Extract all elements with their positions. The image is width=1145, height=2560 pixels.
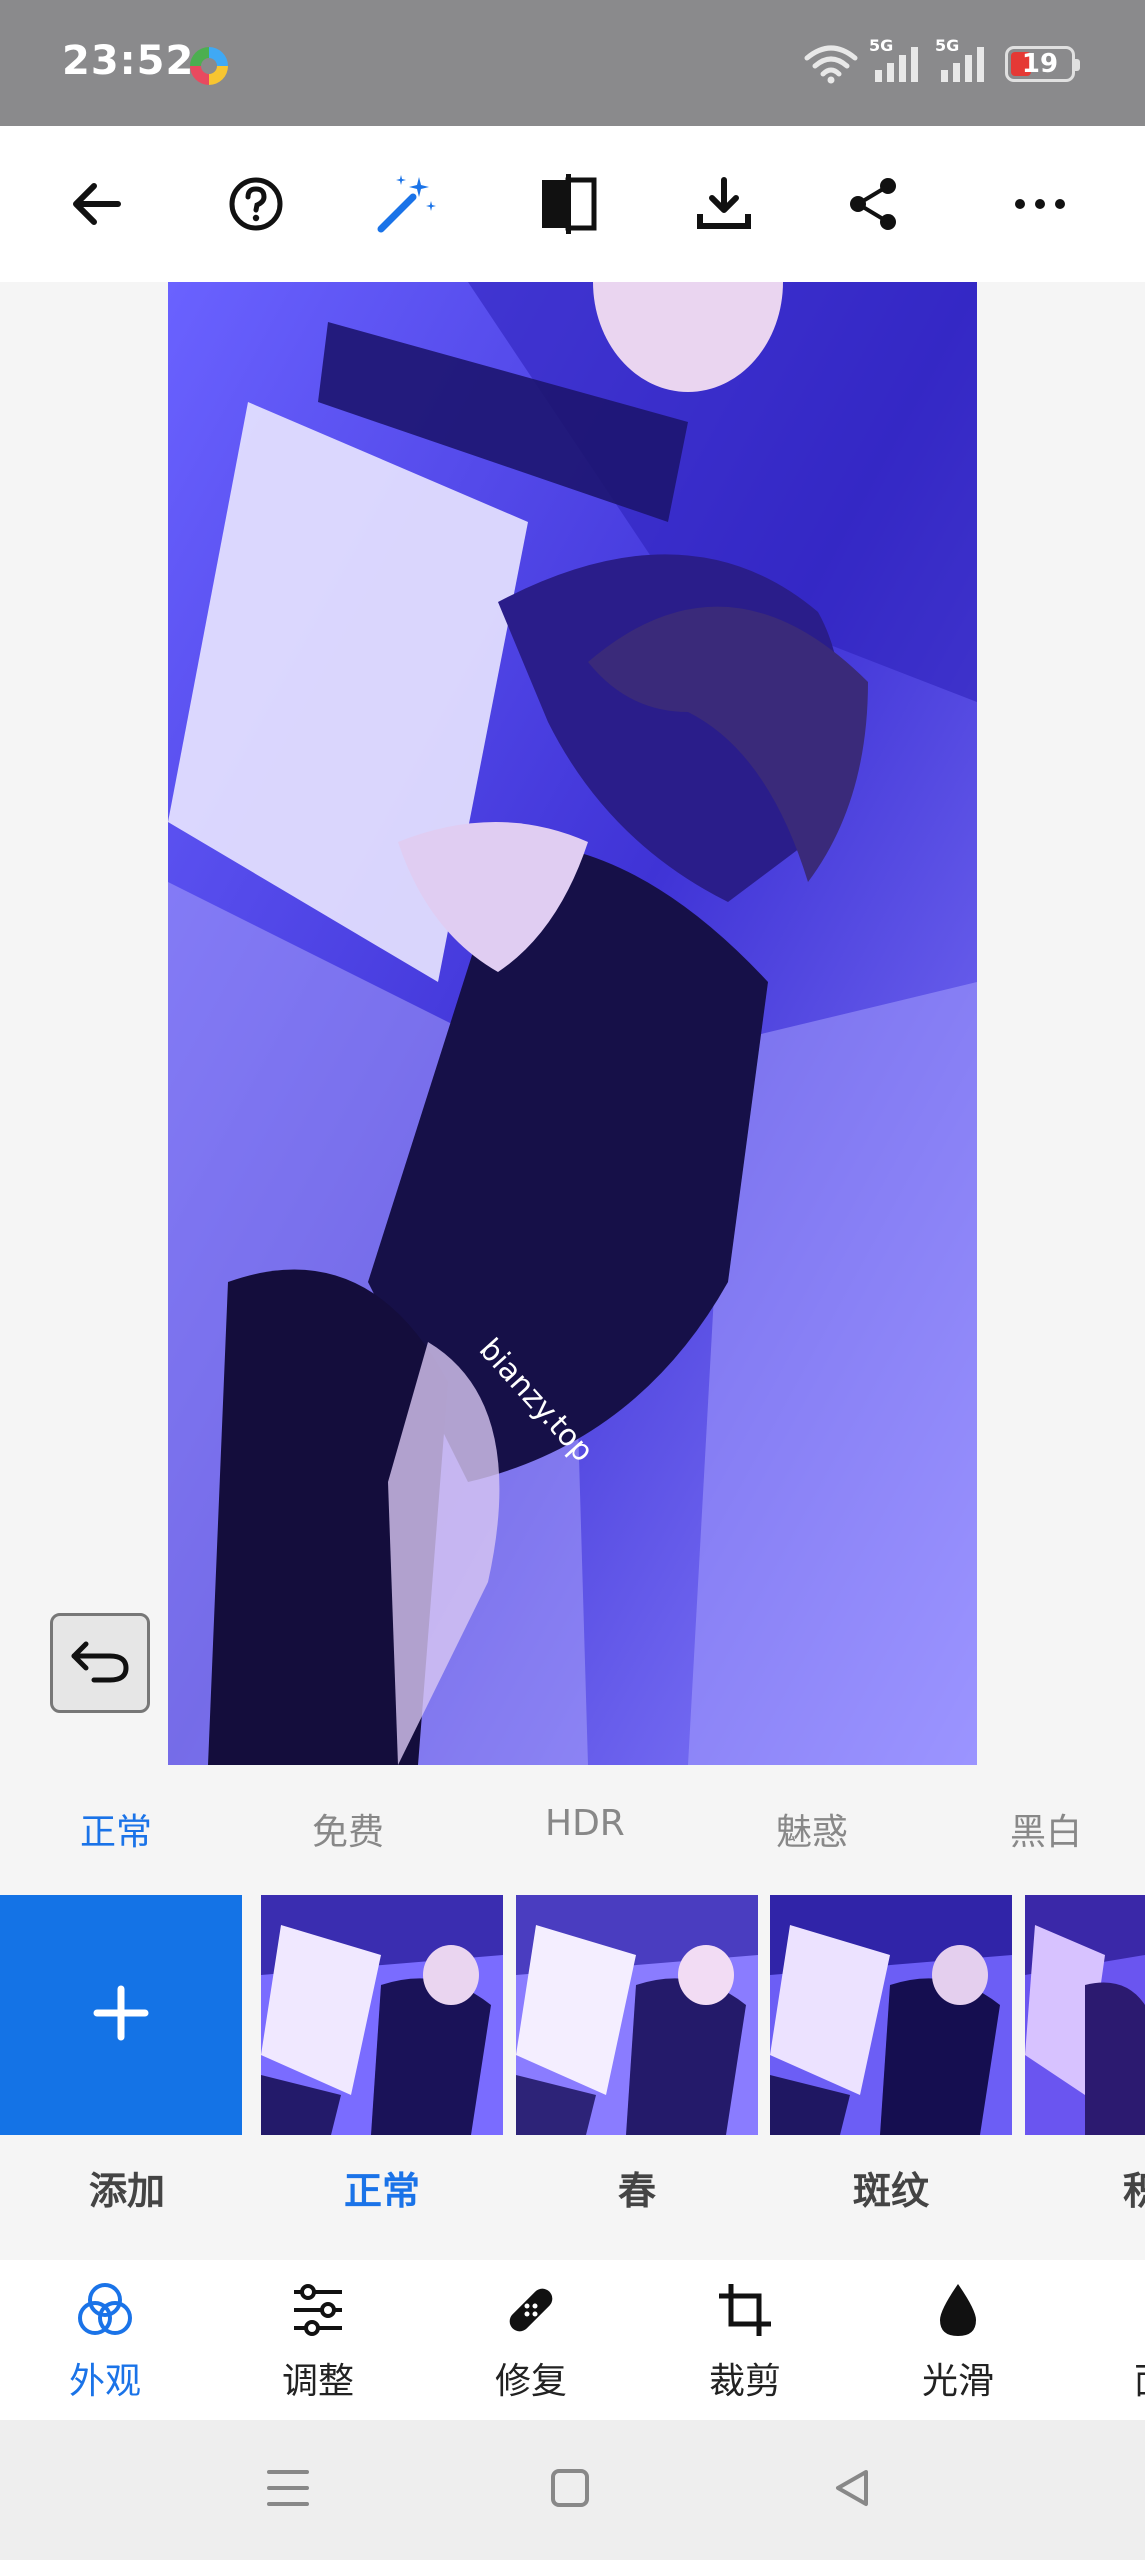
- plus-icon: [91, 1983, 151, 2047]
- tool-repair[interactable]: 修复: [456, 2280, 606, 2410]
- back-arrow-icon: [66, 174, 126, 238]
- share-icon: [844, 174, 904, 238]
- more-button[interactable]: [1002, 168, 1078, 244]
- tab-charm[interactable]: 魅惑: [776, 1803, 848, 1855]
- status-time: 23:52: [62, 38, 195, 84]
- status-indicators: 5G 5G 19: [803, 36, 1080, 86]
- sliders-icon: [288, 2280, 348, 2340]
- help-icon: [226, 174, 286, 238]
- tool-label-adjust: 调整: [281, 2361, 354, 2402]
- download-button[interactable]: [686, 168, 762, 244]
- magic-wand-icon: [373, 171, 439, 241]
- tool-smooth[interactable]: 光滑: [883, 2280, 1033, 2410]
- droplet-icon: [928, 2280, 988, 2340]
- tool-appearance[interactable]: 外观: [30, 2280, 180, 2410]
- filter-label-partial: 积: [1123, 2169, 1145, 2213]
- compare-icon: [536, 172, 600, 240]
- home-square-icon: [548, 2466, 592, 2514]
- tool-label-partial: 面: [1134, 2352, 1145, 2404]
- back-triangle-icon: [830, 2466, 874, 2514]
- filter-thumbnail-partial[interactable]: [1025, 1895, 1145, 2135]
- auto-enhance-button[interactable]: [368, 168, 444, 244]
- tool-label-appearance: 外观: [68, 2361, 141, 2402]
- signal-strength-icon-1: 5G: [869, 36, 925, 84]
- add-filter-button[interactable]: [0, 1895, 242, 2135]
- editor-canvas: bianzy.top: [0, 282, 1145, 1765]
- undo-icon: [68, 1636, 132, 1690]
- photo-illustration: [168, 282, 977, 1765]
- add-filter-label: 添加: [88, 2169, 165, 2213]
- bandage-icon: [501, 2280, 561, 2340]
- tool-label-repair: 修复: [494, 2361, 567, 2402]
- tab-hdr[interactable]: HDR: [545, 1803, 625, 1844]
- filter-label-spring: 春: [617, 2169, 656, 2213]
- tool-partial[interactable]: 面: [1096, 2280, 1145, 2410]
- help-button[interactable]: [218, 168, 294, 244]
- filter-label-normal: 正常: [343, 2169, 420, 2213]
- tab-normal[interactable]: 正常: [80, 1803, 152, 1855]
- undo-button[interactable]: [50, 1613, 150, 1713]
- crop-icon: [715, 2280, 775, 2340]
- photo-editor-screen: 23:52 5G 5G 19 bianzy.top 正常 免费 HDR 魅惑 黑…: [0, 0, 1145, 2560]
- tab-black-white[interactable]: 黑白: [1010, 1803, 1082, 1855]
- tool-bar: 外观 调整 修复 裁剪 光滑 面: [0, 2260, 1145, 2420]
- filter-thumbnail-stripes[interactable]: [770, 1895, 1012, 2135]
- battery-icon: 19: [1005, 46, 1080, 82]
- overlapping-circles-icon: [75, 2280, 135, 2340]
- filter-label-stripes: 斑纹: [852, 2169, 929, 2213]
- edited-photo[interactable]: bianzy.top: [168, 282, 977, 1765]
- tool-label-smooth: 光滑: [921, 2361, 994, 2402]
- filter-strip: 添加 正常 春 斑纹 积: [0, 1895, 1145, 2260]
- tab-free[interactable]: 免费: [312, 1803, 384, 1855]
- back-nav-button[interactable]: [822, 2460, 882, 2520]
- tool-adjust[interactable]: 调整: [243, 2280, 393, 2410]
- status-bar: 23:52 5G 5G 19: [0, 0, 1145, 126]
- app-notification-icon: [190, 47, 228, 85]
- signal-strength-icon-2: 5G: [935, 36, 991, 84]
- wifi-icon: [803, 44, 859, 84]
- home-nav-button[interactable]: [540, 2460, 600, 2520]
- filter-thumbnail-normal[interactable]: [261, 1895, 503, 2135]
- menu-nav-button[interactable]: [258, 2460, 318, 2520]
- menu-icon: [263, 2466, 313, 2514]
- download-icon: [694, 174, 754, 238]
- back-button[interactable]: [58, 168, 134, 244]
- filter-thumbnail-spring[interactable]: [516, 1895, 758, 2135]
- share-button[interactable]: [836, 168, 912, 244]
- tool-label-crop: 裁剪: [708, 2361, 781, 2402]
- more-icon: [1010, 174, 1070, 238]
- tool-crop[interactable]: 裁剪: [670, 2280, 820, 2410]
- filter-category-tabs: 正常 免费 HDR 魅惑 黑白: [0, 1765, 1145, 1895]
- battery-level: 19: [1021, 49, 1059, 79]
- compare-button[interactable]: [530, 168, 606, 244]
- system-nav-bar: [0, 2420, 1145, 2560]
- editor-toolbar: [0, 126, 1145, 282]
